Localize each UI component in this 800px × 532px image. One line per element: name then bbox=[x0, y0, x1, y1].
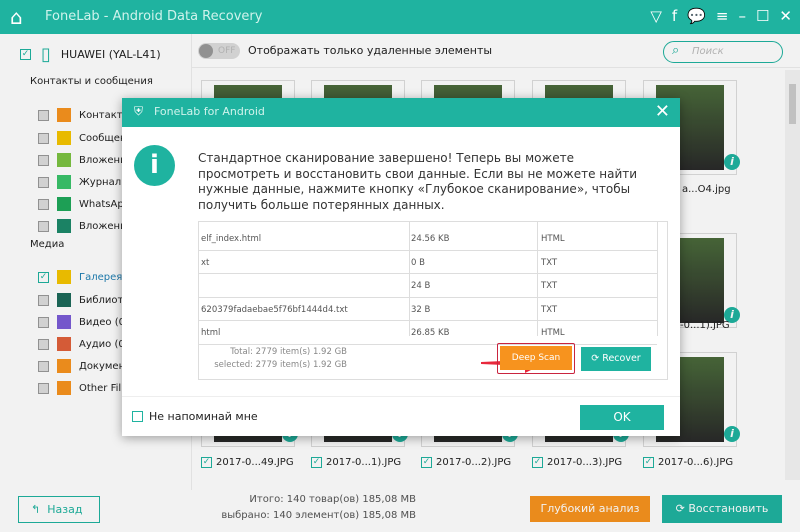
title-bar: ⌂ FoneLab - Android Data Recovery ▽ f 💬 … bbox=[0, 0, 800, 34]
table-row: xt 0 B TXT bbox=[199, 251, 657, 274]
scan-complete-dialog: ⛨ FoneLab for Android ✕ i Стандартное ск… bbox=[122, 98, 680, 436]
info-icon: i bbox=[134, 145, 175, 186]
file-name: xt bbox=[201, 257, 210, 268]
close-icon[interactable]: ✕ bbox=[779, 7, 792, 25]
maximize-icon[interactable]: ☐ bbox=[756, 7, 769, 25]
recover-icon: ⟳ bbox=[591, 353, 600, 364]
file-size: 0 B bbox=[411, 257, 425, 268]
file-name: elf_index.html bbox=[201, 234, 262, 244]
file-type: HTML bbox=[541, 234, 565, 244]
table-row: elf_index.html 24.56 KB HTML bbox=[199, 227, 657, 251]
illustration-file-table: elf_index.html 24.56 KB HTML xt 0 B TXT 24 B TX… bbox=[198, 221, 668, 380]
dont-remind-checkbox[interactable]: Не напоминай мне bbox=[132, 410, 258, 423]
file-size: 24.56 KB bbox=[411, 234, 450, 244]
dialog-message: Стандартное сканирование завершено! Тепе… bbox=[198, 151, 638, 212]
table-row: 24 B TXT bbox=[199, 274, 657, 298]
file-size: 24 B bbox=[411, 281, 431, 291]
file-type: TXT bbox=[541, 257, 558, 268]
chat-icon[interactable]: 💬 bbox=[687, 7, 706, 25]
checkbox-box[interactable] bbox=[132, 411, 143, 422]
illustration-total: Total: 2779 item(s) 1.92 GB bbox=[230, 347, 347, 357]
dont-remind-label: Не напоминай мне bbox=[149, 410, 258, 423]
ok-button[interactable]: OK bbox=[580, 405, 664, 430]
file-type: TXT bbox=[541, 281, 558, 291]
deep-scan-label: Deep Scan bbox=[500, 346, 572, 370]
dialog-title: FoneLab for Android bbox=[154, 105, 265, 118]
file-name: html bbox=[201, 328, 221, 338]
table-row: html 26.85 KB HTML bbox=[199, 321, 657, 345]
file-size: 32 B bbox=[411, 304, 431, 315]
recover-label: Recover bbox=[602, 353, 641, 364]
facebook-icon[interactable]: f bbox=[672, 7, 677, 25]
home-icon[interactable]: ⌂ bbox=[10, 5, 23, 29]
minimize-icon[interactable]: – bbox=[738, 7, 746, 25]
file-size: 26.85 KB bbox=[411, 328, 450, 338]
dialog-close-icon[interactable]: ✕ bbox=[655, 101, 670, 122]
deep-scan-button[interactable]: Deep Scan bbox=[497, 343, 575, 374]
illustration-selected: selected: 2779 item(s) 1.92 GB bbox=[214, 360, 347, 370]
table-row: 620379fadaebae5f76bf1444d4.txt 32 B TXT bbox=[199, 298, 657, 321]
recover-button[interactable]: ⟳ Recover bbox=[581, 347, 651, 371]
diamond-icon[interactable]: ▽ bbox=[650, 7, 662, 25]
menu-icon[interactable]: ≡ bbox=[716, 7, 729, 25]
shield-icon: ⛨ bbox=[134, 104, 144, 118]
file-name: 620379fadaebae5f76bf1444d4.txt bbox=[201, 304, 348, 315]
file-type: TXT bbox=[541, 304, 558, 315]
dialog-header: ⛨ FoneLab for Android ✕ bbox=[122, 98, 680, 127]
file-type: HTML bbox=[541, 328, 565, 338]
app-title: FoneLab - Android Data Recovery bbox=[45, 9, 263, 24]
